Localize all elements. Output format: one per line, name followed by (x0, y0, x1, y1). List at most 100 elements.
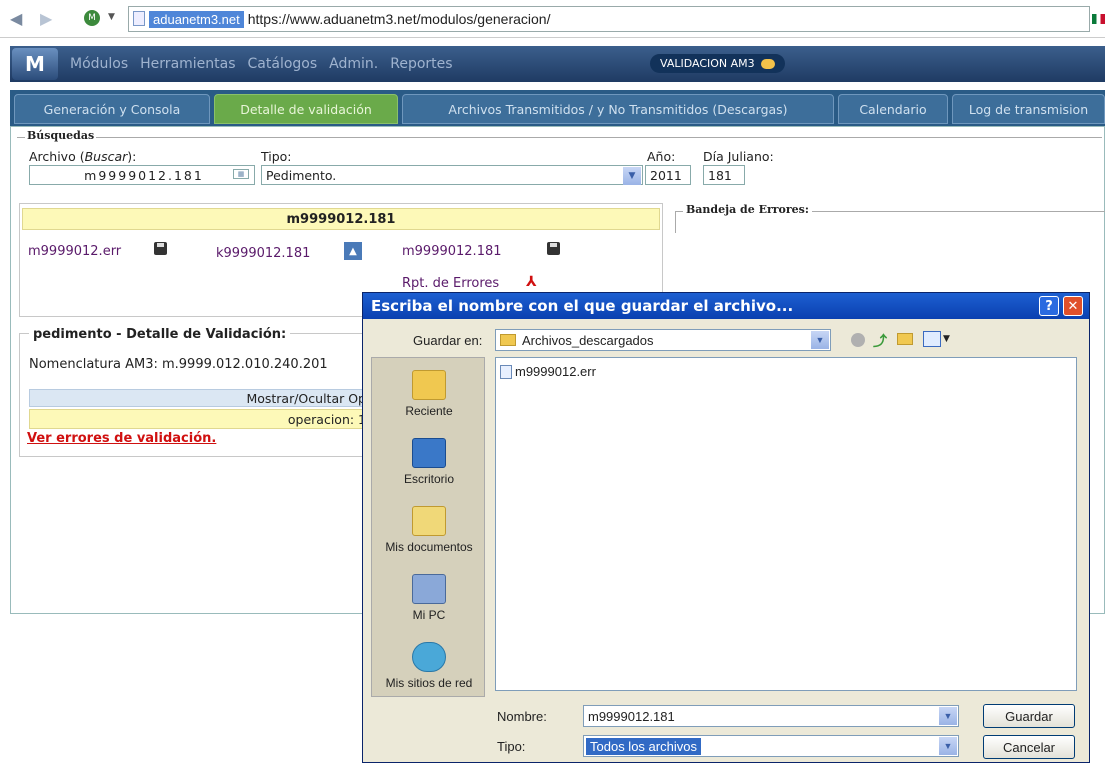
bandeja-legend: Bandeja de Errores: (683, 203, 812, 216)
guardar-en-label: Guardar en: (413, 333, 483, 348)
tab-generacion[interactable]: Generación y Consola (14, 94, 210, 124)
ver-errores-link[interactable]: Ver errores de validación. (27, 431, 216, 446)
archivo-label-close: ): (127, 149, 137, 164)
toggle-operaciones-bar[interactable]: Mostrar/Ocultar Op (29, 389, 369, 407)
flag-icon (1092, 14, 1105, 24)
report-link[interactable]: Rpt. de Errores (402, 276, 499, 291)
place-label: Reciente (405, 404, 453, 418)
menu-admin[interactable]: Admin. (329, 56, 378, 72)
dialog-title: Escriba el nombre con el que guardar el … (371, 297, 794, 315)
documents-folder-icon (412, 506, 446, 536)
back-icon[interactable]: ◀ (10, 9, 22, 28)
nomenclatura-text: Nomenclatura AM3: m.9999.012.010.240.201 (29, 357, 328, 372)
k-file-link[interactable]: k9999012.181 (216, 246, 310, 261)
address-bar[interactable]: aduanetm3.net https://www.aduanetm3.net/… (128, 6, 1090, 32)
help-icon[interactable]: ? (1039, 296, 1059, 316)
folder-icon (500, 334, 516, 346)
chevron-down-icon[interactable]: ▼ (943, 334, 950, 344)
computer-icon (412, 574, 446, 604)
close-icon[interactable]: ✕ (1063, 296, 1083, 316)
chevron-down-icon[interactable]: ▼ (108, 12, 115, 22)
tipo-dialog-value: Todos los archivos (586, 737, 701, 755)
list-item[interactable]: m9999012.err (500, 364, 596, 379)
chevron-down-icon[interactable]: ▼ (939, 707, 957, 725)
place-mi-pc[interactable]: Mi PC (372, 574, 486, 622)
archivo-label: Archivo (Buscar): (29, 149, 136, 164)
tipo-select-value: Pedimento. (266, 167, 337, 183)
tipo-label: Tipo: (261, 149, 292, 164)
up-folder-icon[interactable]: ⤴ (873, 331, 887, 351)
file-list[interactable]: m9999012.err (495, 357, 1077, 691)
top-navigation: M Módulos Herramientas Catálogos Admin. … (10, 46, 1105, 82)
chevron-down-icon[interactable]: ▼ (623, 167, 641, 185)
guardar-en-value: Archivos_descargados (522, 332, 654, 348)
place-label: Escritorio (403, 472, 454, 486)
place-label: Mis sitios de red (385, 676, 473, 690)
place-mis-sitios-red[interactable]: Mis sitios de red (372, 642, 486, 690)
desktop-icon (412, 438, 446, 468)
cancelar-button[interactable]: Cancelar (983, 735, 1075, 759)
place-label: Mis documentos (385, 540, 473, 554)
tipo-select[interactable]: Pedimento. ▼ (261, 165, 643, 185)
tab-detalle-validacion[interactable]: Detalle de validación (214, 94, 398, 124)
calendar-icon[interactable]: ▦ (233, 169, 249, 179)
save-file-dialog: Escriba el nombre con el que guardar el … (362, 292, 1090, 763)
chevron-down-icon[interactable]: ▼ (811, 331, 829, 349)
place-label: Mi PC (412, 608, 446, 622)
nombre-input[interactable]: m9999012.181 ▼ (583, 705, 959, 727)
guardar-en-combo[interactable]: Archivos_descargados ▼ (495, 329, 831, 351)
place-reciente[interactable]: Reciente (372, 370, 486, 418)
site-badge: aduanetm3.net (149, 10, 244, 28)
place-escritorio[interactable]: Escritorio (372, 438, 486, 486)
menu-modulos[interactable]: Módulos (70, 56, 128, 72)
place-mis-documentos[interactable]: Mis documentos (372, 506, 486, 554)
operacion-row: operacion: 1 (29, 409, 369, 429)
busquedas-legend: Búsquedas (25, 129, 97, 142)
guardar-button[interactable]: Guardar (983, 704, 1075, 728)
anio-input[interactable]: 2011 (645, 165, 691, 185)
chevron-down-icon[interactable]: ▼ (939, 737, 957, 755)
site-menu-icon[interactable]: M (84, 10, 100, 26)
browser-toolbar: ◀ ▶ M ▼ aduanetm3.net https://www.aduane… (0, 0, 1105, 38)
app-logo: M (12, 48, 58, 80)
url-text[interactable]: https://www.aduanetm3.net/modulos/genera… (248, 11, 551, 27)
save-disk-icon[interactable] (154, 242, 167, 255)
network-globe-icon (412, 642, 446, 672)
err-file-link[interactable]: m9999012.err (28, 244, 121, 259)
detalle-legend: pedimento - Detalle de Validación: (29, 327, 291, 342)
validation-badge[interactable]: VALIDACION AM3 (650, 54, 785, 73)
tab-archivos-transmitidos[interactable]: Archivos Transmitidos / y No Transmitido… (402, 94, 834, 124)
archivo-label-text: Archivo ( (29, 149, 85, 164)
recent-folder-icon (412, 370, 446, 400)
tab-log-transmision[interactable]: Log de transmision (952, 94, 1105, 124)
view-menu-icon[interactable] (923, 331, 941, 347)
chat-bubble-icon (760, 58, 775, 69)
menu-herramientas[interactable]: Herramientas (140, 56, 235, 72)
transmit-icon[interactable]: ▲ (344, 242, 362, 260)
places-bar: Reciente Escritorio Mis documentos Mi PC… (371, 357, 485, 697)
new-folder-icon[interactable] (897, 333, 913, 345)
files-panel-header: m9999012.181 (22, 208, 660, 230)
dia-juliano-input[interactable]: 181 (703, 165, 745, 185)
anio-label: Año: (647, 149, 676, 164)
menu-reportes[interactable]: Reportes (390, 56, 452, 72)
dialog-title-bar: Escriba el nombre con el que guardar el … (363, 293, 1089, 319)
archivo-input[interactable]: m9999012.181 (29, 165, 255, 185)
back-icon[interactable] (851, 333, 865, 347)
nombre-value: m9999012.181 (588, 708, 675, 724)
save-disk-icon[interactable] (546, 242, 560, 255)
forward-icon[interactable]: ▶ (40, 9, 52, 28)
nombre-label: Nombre: (497, 709, 547, 724)
tab-strip: Generación y Consola Detalle de validaci… (10, 90, 1105, 126)
tab-calendario[interactable]: Calendario (838, 94, 948, 124)
dia-juliano-label: Día Juliano: (703, 149, 774, 164)
pdf-icon[interactable]: ⅄ (526, 274, 537, 290)
page-icon (133, 11, 145, 26)
tipo-dialog-select[interactable]: Todos los archivos ▼ (583, 735, 959, 757)
file-name: m9999012.err (515, 364, 596, 379)
busquedas-divider (17, 137, 1102, 138)
tipo-dialog-label: Tipo: (497, 739, 526, 754)
m-file-link[interactable]: m9999012.181 (402, 244, 502, 259)
menu-catalogos[interactable]: Catálogos (248, 56, 318, 72)
buscar-link[interactable]: Buscar (85, 149, 128, 164)
